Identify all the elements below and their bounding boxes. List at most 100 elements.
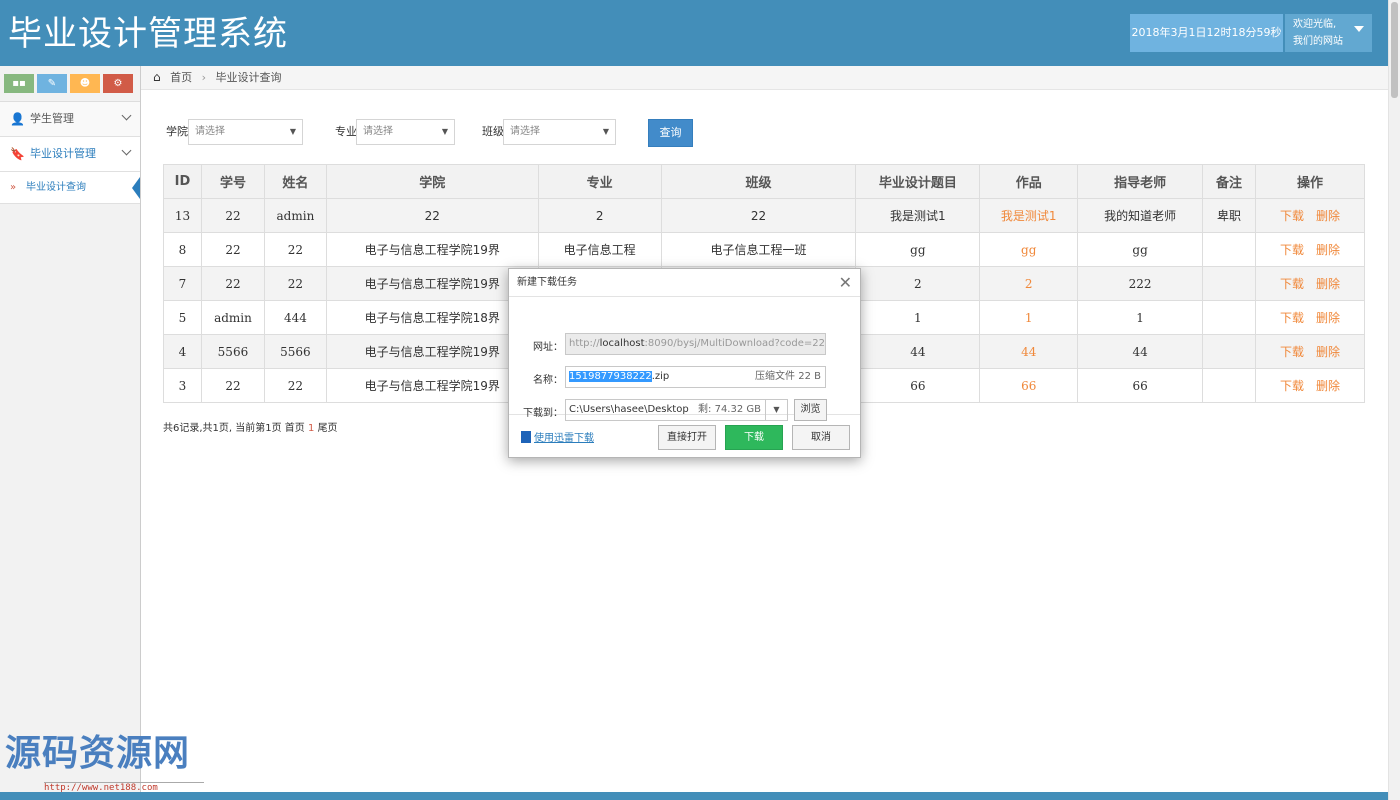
breadcrumb-home[interactable]: 首页 bbox=[170, 71, 192, 84]
bookmark-icon: 🔖 bbox=[10, 147, 25, 161]
breadcrumb-current: 毕业设计查询 bbox=[215, 71, 282, 84]
major-select[interactable]: 请选择 ▼ bbox=[356, 119, 455, 145]
class-select[interactable]: 请选择 ▼ bbox=[503, 119, 616, 145]
actions-cell: 下载 删除 bbox=[1255, 198, 1365, 233]
table-cell: 我是测试1 bbox=[855, 198, 981, 233]
cancel-button[interactable]: 取消 bbox=[792, 425, 850, 450]
breadcrumb: ⌂ 首页 › 毕业设计查询 bbox=[141, 66, 1388, 90]
app-header: 毕业设计管理系统 2018年3月1日12时18分59秒 欢迎光临, 我们的网站 bbox=[0, 0, 1388, 66]
delete-link[interactable]: 删除 bbox=[1316, 379, 1340, 393]
chevron-down-icon: ▼ bbox=[441, 127, 448, 136]
table-cell bbox=[1202, 266, 1257, 301]
users-icon[interactable]: ☻ bbox=[70, 74, 100, 93]
query-button[interactable]: 查询 bbox=[648, 119, 693, 147]
column-header: 备注 bbox=[1202, 164, 1257, 199]
delete-link[interactable]: 删除 bbox=[1316, 209, 1340, 223]
table-cell: 电子与信息工程学院19界 bbox=[325, 368, 539, 403]
class-label: 班级 bbox=[482, 125, 504, 138]
double-angle-right-icon: » bbox=[10, 182, 17, 193]
table-cell: 5566 bbox=[263, 334, 327, 369]
table-cell: 2 bbox=[855, 266, 981, 301]
signal-icon[interactable]: ▪▪ bbox=[4, 74, 34, 93]
pager-current-page[interactable]: 1 bbox=[308, 423, 314, 434]
pager: 共6记录,共1页, 当前第1页 首页 1 尾页 bbox=[163, 422, 338, 436]
pager-last[interactable]: 尾页 bbox=[318, 423, 338, 434]
table-cell: 444 bbox=[263, 300, 327, 335]
college-label: 学院 bbox=[166, 125, 188, 138]
work-link[interactable]: 2 bbox=[979, 266, 1079, 301]
work-link[interactable]: 我是测试1 bbox=[979, 198, 1079, 233]
table-cell: 电子与信息工程学院19界 bbox=[325, 232, 539, 267]
college-select[interactable]: 请选择 ▼ bbox=[188, 119, 303, 145]
work-link[interactable]: 1 bbox=[979, 300, 1079, 335]
table-cell: 电子信息工程 bbox=[537, 232, 662, 267]
table-cell: 222 bbox=[1077, 266, 1204, 301]
column-header: 专业 bbox=[537, 164, 662, 199]
pager-summary: 共6记录,共1页, 当前第1页 首页 bbox=[163, 423, 305, 434]
sidebar-item-label: 学生管理 bbox=[30, 112, 74, 125]
delete-link[interactable]: 删除 bbox=[1316, 243, 1340, 257]
major-filter: 专业 bbox=[335, 119, 357, 145]
dialog-title: 新建下载任务 bbox=[517, 277, 577, 288]
delete-link[interactable]: 删除 bbox=[1316, 277, 1340, 291]
column-header: 操作 bbox=[1255, 164, 1365, 199]
download-link[interactable]: 下载 bbox=[1280, 243, 1304, 257]
delete-link[interactable]: 删除 bbox=[1316, 311, 1340, 325]
thunder-icon bbox=[521, 431, 531, 443]
delete-link[interactable]: 删除 bbox=[1316, 345, 1340, 359]
filename-input[interactable]: 1519877938222.zip 压缩文件 22 B bbox=[565, 366, 826, 388]
work-link[interactable]: gg bbox=[979, 232, 1079, 267]
table-cell: 44 bbox=[855, 334, 981, 369]
cogs-icon[interactable]: ⚙ bbox=[103, 74, 133, 93]
work-link[interactable]: 66 bbox=[979, 368, 1079, 403]
table-row: 8 22 22 电子与信息工程学院19界 电子信息工程 电子信息工程一班 gg gg gg 下载删… bbox=[163, 232, 1365, 267]
table-cell: 5566 bbox=[200, 334, 265, 369]
major-label: 专业 bbox=[335, 125, 357, 138]
table-cell: 22 bbox=[263, 266, 327, 301]
table-cell: 5 bbox=[163, 300, 202, 335]
table-cell: 3 bbox=[163, 368, 202, 403]
class-filter: 班级 bbox=[482, 119, 504, 145]
download-dialog: 新建下载任务 ✕ 网址： http://localhost:8090/bysj/… bbox=[508, 268, 861, 458]
download-link[interactable]: 下载 bbox=[1280, 311, 1304, 325]
chevron-down-icon: ▼ bbox=[602, 127, 609, 136]
pencil-icon[interactable]: ✎ bbox=[37, 74, 67, 93]
table-cell: 电子与信息工程学院18界 bbox=[325, 300, 539, 335]
download-link[interactable]: 下载 bbox=[1280, 345, 1304, 359]
table-cell: 2 bbox=[537, 198, 662, 233]
url-host: localhost bbox=[599, 338, 645, 349]
filename-selection: 1519877938222 bbox=[569, 371, 652, 382]
table-cell bbox=[1202, 334, 1257, 369]
column-header: 指导老师 bbox=[1077, 164, 1204, 199]
chevron-down-icon bbox=[121, 110, 132, 121]
scrollbar-thumb[interactable] bbox=[1391, 2, 1398, 98]
actions-cell: 下载 删除 bbox=[1255, 368, 1365, 403]
open-directly-button[interactable]: 直接打开 bbox=[658, 425, 716, 450]
datetime-display: 2018年3月1日12时18分59秒 bbox=[1130, 14, 1283, 52]
major-select-value: 请选择 bbox=[363, 126, 393, 137]
download-link[interactable]: 下载 bbox=[1280, 277, 1304, 291]
work-link[interactable]: 44 bbox=[979, 334, 1079, 369]
url-field: http://localhost:8090/bysj/MultiDownload… bbox=[565, 333, 826, 355]
site-name: 我们的网站 bbox=[1293, 36, 1343, 47]
download-link[interactable]: 下载 bbox=[1280, 209, 1304, 223]
user-menu[interactable]: 欢迎光临, 我们的网站 bbox=[1285, 14, 1372, 52]
sidebar-subitem-design-query[interactable]: » 毕业设计查询 bbox=[0, 172, 140, 204]
shortcut-bar: ▪▪ ✎ ☻ ⚙ bbox=[0, 66, 140, 102]
vertical-scrollbar[interactable] bbox=[1388, 0, 1400, 800]
download-link[interactable]: 下载 bbox=[1280, 379, 1304, 393]
table-cell: 66 bbox=[1077, 368, 1204, 403]
table-cell: 22 bbox=[200, 198, 265, 233]
table-cell: 4 bbox=[163, 334, 202, 369]
sidebar-item-student-management[interactable]: 👤 学生管理 bbox=[0, 102, 140, 137]
download-button[interactable]: 下载 bbox=[725, 425, 783, 450]
table-cell: 22 bbox=[325, 198, 539, 233]
close-icon[interactable]: ✕ bbox=[839, 269, 852, 297]
sidebar-item-design-management[interactable]: 🔖 毕业设计管理 bbox=[0, 137, 140, 172]
url-label: 网址： bbox=[533, 342, 563, 353]
watermark-logo: 源码资源网 bbox=[5, 733, 191, 774]
dialog-titlebar: 新建下载任务 ✕ bbox=[509, 269, 860, 297]
thunder-download-link[interactable]: 使用迅雷下载 bbox=[521, 429, 594, 444]
column-header: ID bbox=[163, 164, 202, 199]
breadcrumb-separator: › bbox=[201, 71, 207, 84]
